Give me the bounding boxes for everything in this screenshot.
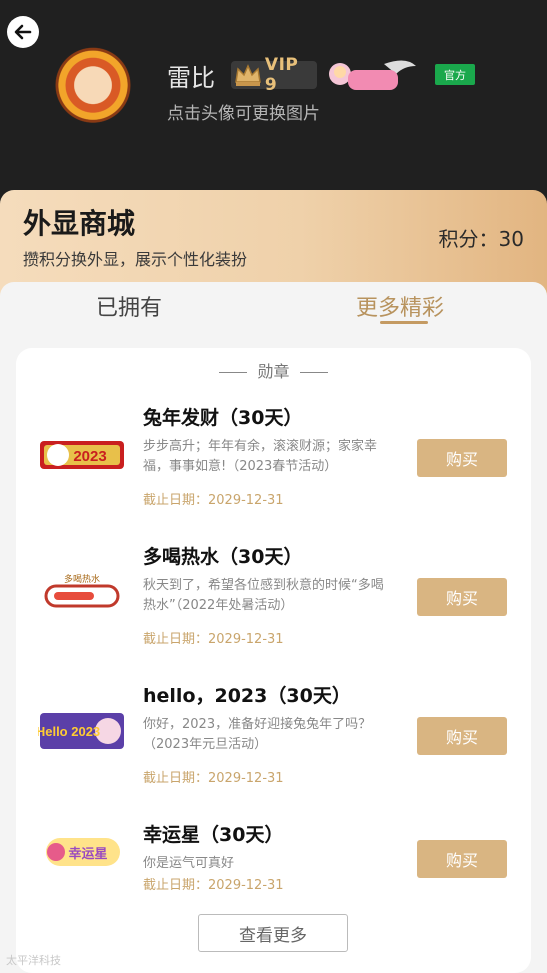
- buy-button[interactable]: 购买: [417, 717, 507, 755]
- tab-active-indicator: [380, 321, 428, 324]
- medal-list-card: 勋章 2023 兔年发财（30天） 步步高升；年年有余，滚滚财源；家家幸福，事事…: [16, 348, 531, 973]
- item-description: 你好，2023，准备好迎接兔兔年了吗？（2023年元旦活动）: [143, 717, 372, 752]
- star-badge-icon: [326, 56, 418, 96]
- buy-button[interactable]: 购买: [417, 578, 507, 616]
- item-deadline: 截止日期：2029-12-31: [143, 632, 284, 647]
- svg-text:Hello 2023: Hello 2023: [38, 724, 100, 739]
- watermark: 太平洋科技: [6, 954, 61, 967]
- avatar[interactable]: [45, 42, 141, 138]
- lucky-star-medal-icon: 幸运星: [38, 830, 126, 874]
- crown-icon: [231, 61, 265, 89]
- view-more-button[interactable]: 查看更多: [198, 914, 348, 952]
- item-description: 你是运气可真好: [143, 856, 235, 871]
- points-display: 积分：30: [438, 227, 524, 251]
- divider: [299, 372, 328, 373]
- list-item: 多喝热水 多喝热水（30天） 秋天到了，希望各位感到秋意的时候“多喝热水”（20…: [16, 542, 531, 662]
- svg-text:幸运星: 幸运星: [68, 846, 107, 862]
- item-deadline: 截止日期：2029-12-31: [143, 878, 284, 893]
- svg-text:2023: 2023: [73, 448, 106, 465]
- official-badge: 官方: [435, 64, 475, 85]
- item-name: hello，2023（30天）: [143, 685, 351, 707]
- back-button[interactable]: [7, 16, 39, 48]
- rabbit-year-medal-icon: 2023: [38, 433, 126, 477]
- avatar-hint: 点击头像可更换图片: [167, 104, 320, 124]
- tab-more[interactable]: 更多精彩: [356, 290, 444, 322]
- username: 雷比: [167, 64, 215, 92]
- divider: [219, 372, 248, 373]
- back-arrow-icon: [14, 24, 32, 40]
- section-title: 勋章: [16, 358, 531, 382]
- item-name: 幸运星（30天）: [143, 824, 284, 846]
- buy-button[interactable]: 购买: [417, 840, 507, 878]
- list-item: 2023 兔年发财（30天） 步步高升；年年有余，滚滚财源；家家幸福，事事如意!…: [16, 403, 531, 523]
- profile-header: 雷比 VIP 9 官方 点击头像可更换图片: [0, 0, 547, 215]
- tab-owned[interactable]: 已拥有: [96, 290, 162, 322]
- hello-2023-medal-icon: Hello 2023: [36, 709, 126, 753]
- vip-level: VIP 9: [264, 55, 299, 95]
- item-name: 多喝热水（30天）: [143, 546, 303, 568]
- list-item: Hello 2023 hello，2023（30天） 你好，2023，准备好迎接…: [16, 681, 531, 801]
- item-deadline: 截止日期：2029-12-31: [143, 771, 284, 786]
- item-deadline: 截止日期：2029-12-31: [143, 493, 284, 508]
- thermometer-medal-icon: 多喝热水: [38, 572, 126, 616]
- mall-subtitle: 攒积分换外显，展示个性化装扮: [23, 250, 248, 269]
- item-description: 步步高升；年年有余，滚滚财源；家家幸福，事事如意!（2023春节活动）: [143, 439, 378, 474]
- mall-title: 外显商城: [23, 207, 136, 240]
- item-description: 秋天到了，希望各位感到秋意的时候“多喝热水”（2022年处暑活动）: [143, 578, 384, 613]
- item-name: 兔年发财（30天）: [143, 407, 303, 429]
- vip-badge: VIP 9: [231, 55, 317, 95]
- buy-button[interactable]: 购买: [417, 439, 507, 477]
- svg-text:多喝热水: 多喝热水: [64, 573, 100, 584]
